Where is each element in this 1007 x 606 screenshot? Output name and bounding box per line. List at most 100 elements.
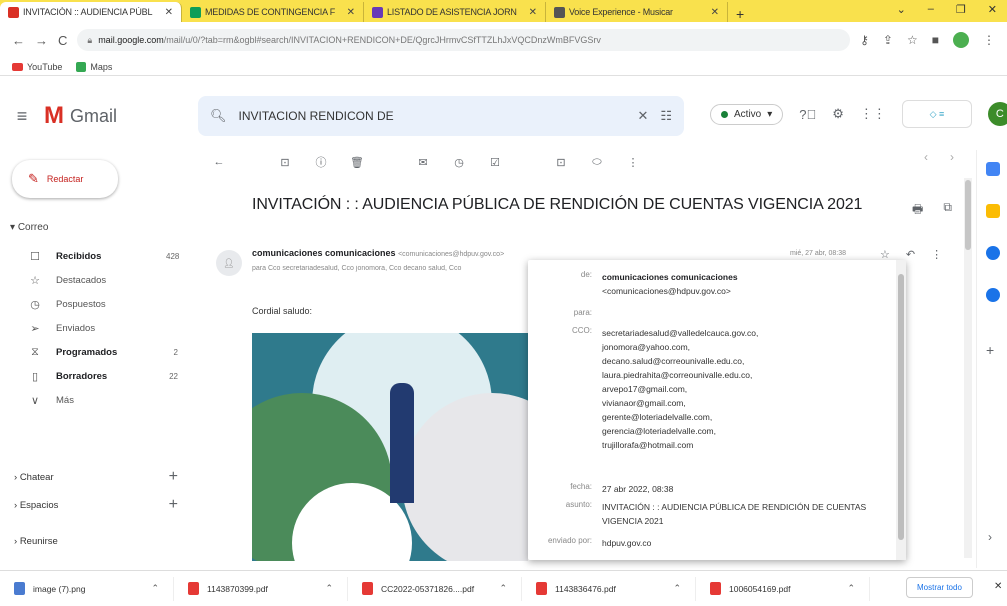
- sidebar-item-ms[interactable]: ∨ Más: [0, 388, 196, 412]
- tab-search-icon[interactable]: ⌄: [897, 3, 906, 16]
- active-dot-icon: [721, 110, 728, 118]
- download-item[interactable]: 1143870399.pdf ⌃: [174, 576, 348, 601]
- popup-scrollbar[interactable]: [896, 260, 906, 560]
- more-options-icon[interactable]: ⋮: [626, 156, 640, 169]
- key-icon[interactable]: ⚷: [860, 33, 869, 47]
- bcc-recipient: arvepo17@gmail.com,: [602, 384, 688, 394]
- previous-icon[interactable]: ‹: [924, 150, 928, 164]
- snooze-icon[interactable]: ◷: [452, 156, 466, 169]
- calendar-icon[interactable]: [986, 162, 1000, 176]
- label-icon[interactable]: ⬭: [590, 156, 604, 169]
- close-tab-icon[interactable]: ✕: [711, 7, 719, 18]
- new-tab-button[interactable]: +: [728, 6, 752, 22]
- add-chat-icon[interactable]: +: [169, 468, 178, 486]
- browser-tab[interactable]: Voice Experience - Musicar ✕: [546, 2, 728, 22]
- org-logo[interactable]: ◇ ≡: [901, 100, 972, 128]
- tab-favicon-icon: [554, 6, 565, 18]
- keep-icon[interactable]: [986, 204, 1000, 218]
- next-icon[interactable]: ›: [950, 150, 954, 164]
- bookmark-maps[interactable]: Maps: [76, 61, 112, 72]
- move-to-icon[interactable]: ⊡: [554, 156, 568, 169]
- section-spaces[interactable]: › Espacios +: [0, 496, 196, 514]
- detail-sent-by: hdpuv.gov.co: [602, 538, 652, 548]
- extension-icon[interactable]: ■: [932, 33, 939, 47]
- section-meet[interactable]: › Reunirse: [0, 536, 196, 547]
- apps-grid-icon[interactable]: ⋮⋮: [860, 106, 886, 122]
- reload-icon[interactable]: C: [58, 33, 67, 48]
- sidebar-item-borradores[interactable]: ▯ Borradores 22: [0, 364, 196, 388]
- contacts-icon[interactable]: [986, 288, 1000, 302]
- print-icon[interactable]: 🖶︎: [912, 200, 923, 221]
- forward-icon[interactable]: →: [35, 33, 48, 48]
- browser-tab[interactable]: LISTADO DE ASISTENCIA JORN ✕: [364, 2, 546, 22]
- bookmark-star-icon[interactable]: ☆: [907, 33, 918, 47]
- search-options-icon[interactable]: ☷: [660, 108, 672, 124]
- search-icon[interactable]: 🔍︎: [210, 108, 227, 124]
- expand-panel-icon[interactable]: ›: [988, 530, 992, 544]
- close-downloads-icon[interactable]: ✕: [994, 581, 1002, 592]
- sidebar-item-enviados[interactable]: ➢ Enviados: [0, 316, 196, 340]
- share-icon[interactable]: ⇪: [883, 33, 893, 47]
- chevron-up-icon[interactable]: ⌃: [151, 583, 159, 594]
- tasks-icon[interactable]: [986, 246, 1000, 260]
- close-tab-icon[interactable]: ✕: [347, 7, 355, 18]
- download-item[interactable]: CC2022-05371826....pdf ⌃: [348, 576, 522, 601]
- gmail-logo[interactable]: M Gmail: [44, 102, 194, 130]
- sender-name[interactable]: comunicaciones comunicaciones: [252, 248, 396, 258]
- close-tab-icon[interactable]: ✕: [529, 7, 537, 18]
- main-scrollbar[interactable]: [964, 178, 972, 558]
- close-window-icon[interactable]: ✕: [988, 3, 997, 16]
- back-icon[interactable]: ←: [12, 33, 25, 48]
- close-tab-icon[interactable]: ✕: [165, 7, 173, 18]
- delete-icon[interactable]: 🗑︎: [350, 156, 364, 169]
- popup-scroll-thumb[interactable]: [898, 274, 904, 540]
- add-task-icon[interactable]: ☑: [488, 156, 502, 169]
- search-bar[interactable]: 🔍︎ INVITACION RENDICON DE ✕ ☷: [198, 96, 684, 136]
- report-spam-icon[interactable]: ⓘ: [314, 154, 328, 170]
- compose-button[interactable]: ✎ Redactar: [12, 160, 118, 198]
- main-scroll-thumb[interactable]: [965, 180, 971, 250]
- download-item[interactable]: 1006054169.pdf ⌃: [696, 576, 870, 601]
- show-all-downloads-button[interactable]: Mostrar todo: [906, 577, 973, 598]
- url-field[interactable]: 🔒︎ mail.google.com/mail/u/0/?tab=rm&ogbl…: [77, 29, 851, 51]
- bookmark-youtube[interactable]: YouTube: [12, 62, 62, 72]
- message-more-icon[interactable]: ⋮: [931, 248, 942, 261]
- chevron-up-icon[interactable]: ⌃: [499, 583, 507, 594]
- download-item[interactable]: 1143836476.pdf ⌃: [522, 576, 696, 601]
- section-mail[interactable]: ▾ Correo: [10, 222, 48, 233]
- chevron-up-icon[interactable]: ⌃: [325, 583, 333, 594]
- detail-subject: INVITACIÓN : : AUDIENCIA PÚBLICA DE REND…: [602, 502, 867, 526]
- section-chat[interactable]: › Chatear +: [0, 468, 196, 486]
- sender-avatar[interactable]: 👤︎: [216, 250, 242, 276]
- browser-tab[interactable]: MEDIDAS DE CONTINGENCIA F ✕: [182, 2, 364, 22]
- browser-tab[interactable]: INVITACIÓN :: AUDIENCIA PÚBL ✕: [0, 2, 182, 22]
- sidebar-item-destacados[interactable]: ☆ Destacados: [0, 268, 196, 292]
- search-input[interactable]: INVITACION RENDICON DE: [239, 109, 626, 123]
- main-menu-icon[interactable]: ≡: [0, 106, 44, 127]
- download-item[interactable]: image (7).png ⌃: [0, 576, 174, 601]
- clear-search-icon[interactable]: ✕: [637, 108, 648, 124]
- restore-icon[interactable]: ❐: [956, 3, 966, 16]
- recipients-line[interactable]: para Cco secretariadesalud, Cco jonomora…: [252, 265, 542, 272]
- sidebar-item-pospuestos[interactable]: ◷ Pospuestos: [0, 292, 196, 316]
- back-to-list-icon[interactable]: ←: [212, 156, 226, 168]
- detail-date: 27 abr 2022, 08:38: [602, 484, 674, 494]
- add-space-icon[interactable]: +: [169, 496, 178, 514]
- reply-icon[interactable]: ↶: [906, 248, 915, 261]
- sidebar-item-programados[interactable]: ⧖ Programados 2: [0, 340, 196, 364]
- archive-icon[interactable]: ⊡: [278, 156, 292, 169]
- profile-icon[interactable]: [953, 32, 969, 48]
- minimize-icon[interactable]: –: [928, 3, 934, 16]
- add-addon-icon[interactable]: +: [986, 342, 994, 358]
- settings-icon[interactable]: ⚙: [832, 106, 844, 122]
- chevron-up-icon[interactable]: ⌃: [847, 583, 855, 594]
- chevron-up-icon[interactable]: ⌃: [673, 583, 681, 594]
- open-new-window-icon[interactable]: ⧉: [943, 200, 952, 221]
- sidebar-item-recibidos[interactable]: ☐ Recibidos 428: [0, 244, 196, 268]
- help-icon[interactable]: ?⃝: [799, 107, 816, 122]
- account-avatar[interactable]: C: [987, 102, 1007, 126]
- browser-menu-icon[interactable]: ⋮: [983, 33, 995, 47]
- invitation-image[interactable]: [252, 333, 528, 561]
- mark-unread-icon[interactable]: ✉: [416, 156, 430, 169]
- status-button[interactable]: Activo ▾: [710, 103, 784, 125]
